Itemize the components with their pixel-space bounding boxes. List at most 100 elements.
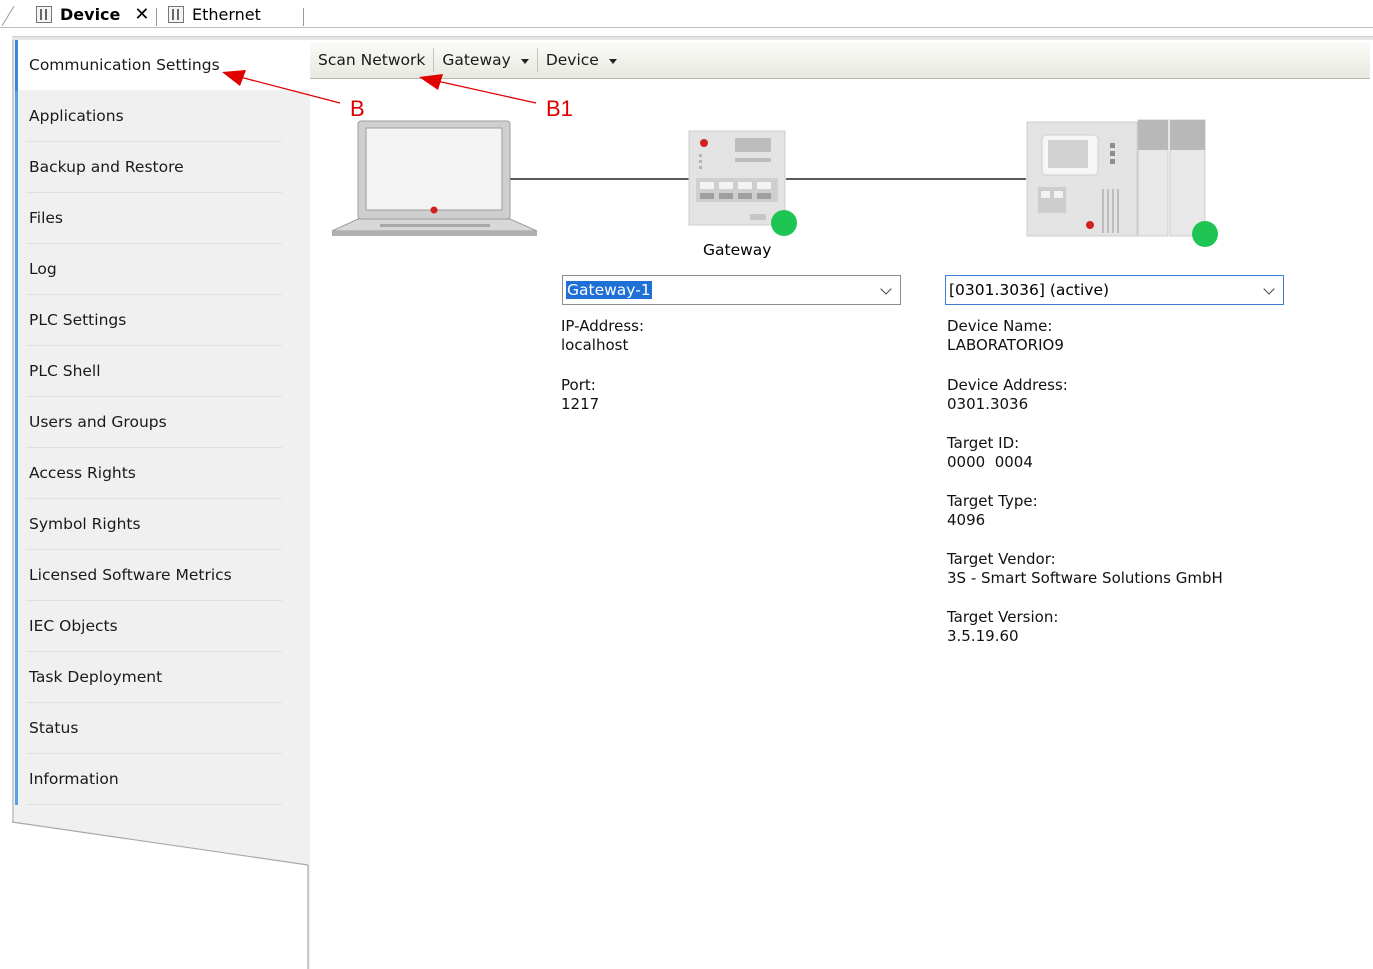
network-link-line — [786, 178, 1026, 180]
sidebar-item-indicator — [15, 550, 18, 601]
device-icon — [168, 5, 184, 23]
sidebar-item-indicator — [15, 91, 18, 142]
tab-divider — [156, 8, 157, 26]
close-icon[interactable]: ✕ — [134, 4, 149, 25]
device-name-group: Device Name: LABORATORIO9 — [947, 317, 1064, 355]
device-icon — [36, 5, 52, 23]
gateway-caption: Gateway — [703, 241, 772, 259]
sidebar-item-label: Files — [29, 209, 64, 227]
sidebar-item[interactable]: Information — [15, 754, 282, 805]
gateway-menu-label: Gateway — [442, 51, 511, 69]
gateway-select-value: Gateway-1 — [566, 281, 652, 299]
sidebar-item-indicator — [15, 142, 18, 193]
tab-divider — [303, 8, 304, 26]
gateway-port-label: Port: — [561, 376, 596, 394]
sidebar-item[interactable]: Access Rights — [15, 448, 282, 499]
sidebar-item[interactable]: Users and Groups — [15, 397, 282, 448]
sidebar-item-label: Information — [29, 770, 119, 788]
dropdown-arrow-icon — [520, 58, 529, 64]
device-menu-label: Device — [545, 51, 599, 69]
sidebar-item[interactable]: Symbol Rights — [15, 499, 282, 550]
target-type-group: Target Type: 4096 — [947, 492, 1038, 530]
sidebar-item-indicator — [15, 244, 18, 295]
chevron-down-icon — [880, 283, 892, 295]
sidebar-item-label: Task Deployment — [29, 668, 163, 686]
tab-ethernet[interactable]: Ethernet — [168, 3, 261, 25]
device-select-value: [0301.3036] (active) — [949, 281, 1110, 299]
comm-toolbar: Scan Network Gateway Device — [310, 42, 1370, 79]
sidebar-item-label: Access Rights — [29, 464, 136, 482]
sidebar-item[interactable]: PLC Shell — [15, 346, 282, 397]
sidebar-item-label: Status — [29, 719, 79, 737]
sidebar-item[interactable]: Log — [15, 244, 282, 295]
sidebar-item-label: PLC Settings — [29, 311, 127, 329]
sidebar-item-divider — [26, 804, 282, 805]
sidebar-item-label: PLC Shell — [29, 362, 101, 380]
sidebar-item-indicator — [15, 346, 18, 397]
device-menu-button[interactable]: Device — [538, 47, 625, 73]
target-type-value: 4096 — [947, 511, 986, 529]
laptop-icon[interactable] — [330, 120, 540, 240]
gateway-ip-group: IP-Address: localhost — [561, 317, 644, 355]
target-version-label: Target Version: — [947, 608, 1059, 626]
sidebar-item[interactable]: Status — [15, 703, 282, 754]
sidebar-item-label: Communication Settings — [29, 56, 220, 74]
device-address-label: Device Address: — [947, 376, 1068, 394]
gateway-port-group: Port: 1217 — [561, 376, 599, 414]
sidebar-item-indicator — [15, 397, 18, 448]
target-version-value: 3.5.19.60 — [947, 627, 1019, 645]
gateway-menu-button[interactable]: Gateway — [434, 47, 536, 73]
device-status-dot — [1192, 221, 1218, 247]
sidebar-item[interactable]: Applications — [15, 91, 282, 142]
sidebar-item-label: Licensed Software Metrics — [29, 566, 232, 584]
sidebar-item[interactable]: Backup and Restore — [15, 142, 282, 193]
sidebar-item-indicator — [15, 40, 18, 91]
target-vendor-value: 3S - Smart Software Solutions GmbH — [947, 569, 1223, 587]
sidebar-item-indicator — [15, 499, 18, 550]
sidebar-item[interactable]: Licensed Software Metrics — [15, 550, 282, 601]
sidebar-item-indicator — [15, 652, 18, 703]
sidebar-item-indicator — [15, 193, 18, 244]
target-id-label: Target ID: — [947, 434, 1020, 452]
device-address-value: 0301.3036 — [947, 395, 1029, 413]
dropdown-arrow-icon — [608, 58, 617, 64]
device-select[interactable]: [0301.3036] (active) — [945, 275, 1284, 305]
tab-device[interactable]: Device ✕ — [36, 3, 149, 25]
sidebar-item[interactable]: Files — [15, 193, 282, 244]
sidebar-item-indicator — [15, 448, 18, 499]
sidebar-item[interactable]: PLC Settings — [15, 295, 282, 346]
tab-ethernet-label: Ethernet — [192, 4, 261, 24]
target-version-group: Target Version: 3.5.19.60 — [947, 608, 1058, 646]
target-type-label: Target Type: — [947, 492, 1038, 510]
sidebar-item-indicator — [15, 601, 18, 652]
sidebar-item-indicator — [15, 295, 18, 346]
sidebar-item-label: IEC Objects — [29, 617, 118, 635]
sidebar-item-label: Applications — [29, 107, 124, 125]
tab-corner-decoration — [2, 5, 15, 26]
sidebar-item-label: Symbol Rights — [29, 515, 141, 533]
gateway-select[interactable]: Gateway-1 — [562, 275, 901, 305]
sidebar-item[interactable]: IEC Objects — [15, 601, 282, 652]
scan-network-label: Scan Network — [318, 51, 426, 69]
sidebar-item-label: Log — [29, 260, 57, 278]
device-name-label: Device Name: — [947, 317, 1053, 335]
sidebar-item-indicator — [15, 754, 18, 805]
target-vendor-label: Target Vendor: — [947, 550, 1056, 568]
plc-device-icon[interactable] — [1026, 119, 1208, 239]
sidebar-item[interactable]: Task Deployment — [15, 652, 282, 703]
sidebar-item-indicator — [15, 703, 18, 754]
target-id-group: Target ID: 0000 0004 — [947, 434, 1033, 472]
device-address-group: Device Address: 0301.3036 — [947, 376, 1068, 414]
scan-network-button[interactable]: Scan Network — [310, 47, 433, 73]
annotation-label-b1: B1 — [546, 96, 573, 121]
sidebar-item-label: Users and Groups — [29, 413, 167, 431]
target-vendor-group: Target Vendor: 3S - Smart Software Solut… — [947, 550, 1223, 588]
sidebar-item-label: Backup and Restore — [29, 158, 184, 176]
annotation-label-b: B — [350, 96, 365, 121]
tab-device-label: Device — [60, 4, 121, 24]
device-name-value: LABORATORIO9 — [947, 336, 1064, 354]
gateway-ip-value: localhost — [561, 336, 629, 354]
target-id-value: 0000 0004 — [947, 453, 1033, 471]
chevron-down-icon — [1263, 283, 1275, 295]
sidebar-item[interactable]: Communication Settings — [15, 40, 310, 91]
